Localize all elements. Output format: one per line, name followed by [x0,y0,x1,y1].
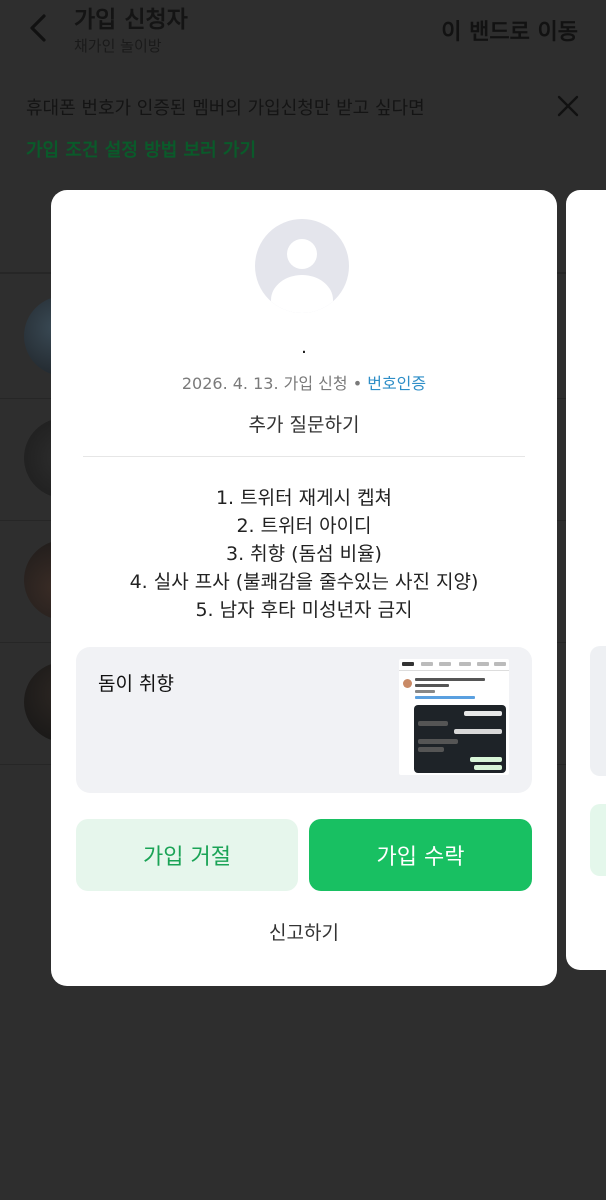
notice-banner: 휴대폰 번호가 인증된 멤버의 가입신청만 받고 싶다면 가입 조건 설정 방법… [0,80,606,180]
close-icon[interactable] [556,94,580,118]
phone-verified-badge: 번호인증 [367,374,427,393]
answer-box: 돔이 취향 [76,647,532,793]
answer-text: 돔이 취향 [98,673,174,695]
question-item: 5. 남자 후타 미성년자 금지 [195,599,413,621]
answer-image[interactable] [399,659,509,775]
application-meta: 2026. 4. 13. 가입 신청 • 번호인증 [51,370,557,394]
notice-text: 휴대폰 번호가 인증된 멤버의 가입신청만 받고 싶다면 [26,98,425,119]
report-button[interactable]: 신고하기 [51,918,557,945]
question-item: 2. 트위터 아이디 [236,515,372,537]
next-reject-button [590,804,606,876]
page-subtitle: 채가인 놀이방 [74,37,162,55]
question-item: 4. 실사 프사 (불쾌감을 줄수있는 사진 지양) [129,571,479,593]
join-condition-link[interactable]: 가입 조건 설정 방법 보러 가기 [26,136,256,162]
join-questions: 1. 트위터 재게시 켑쳐 2. 트위터 아이디 3. 취향 (돔섬 비율) 4… [51,484,557,624]
question-item: 1. 트위터 재게시 켑쳐 [215,487,393,509]
ask-more-button[interactable]: 추가 질문하기 [51,410,557,437]
card-divider [83,456,525,457]
accept-button[interactable]: 가입 수락 [309,819,532,891]
page-title: 가입 신청자 [74,7,188,33]
applicant-card: . 2026. 4. 13. 가입 신청 • 번호인증 추가 질문하기 1. 트… [51,190,557,986]
application-date: 2026. 4. 13. 가입 신청 [181,374,348,393]
goto-band-button[interactable]: 이 밴드로 이동 [441,14,578,46]
meta-separator: • [352,374,363,393]
member-name: . [301,337,307,358]
chevron-left-icon[interactable] [26,12,50,44]
question-item: 3. 취향 (돔섬 비율) [226,543,382,565]
next-answer-box [590,646,606,776]
default-profile-icon[interactable] [255,219,349,313]
top-bar: 가입 신청자 채가인 놀이방 이 밴드로 이동 [0,0,606,70]
reject-button[interactable]: 가입 거절 [76,819,298,891]
